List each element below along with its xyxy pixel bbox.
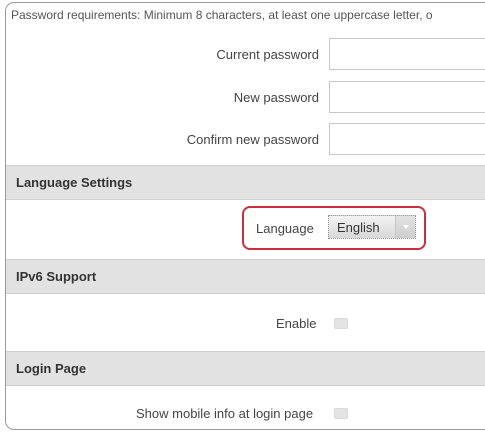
login-page-header: Login Page: [6, 351, 485, 386]
settings-panel: Password requirements: Minimum 8 charact…: [5, 2, 485, 430]
confirm-password-row: Confirm new password: [6, 123, 485, 157]
ipv6-enable-checkbox[interactable]: [334, 318, 348, 329]
password-requirements-text: Password requirements: Minimum 8 charact…: [11, 8, 433, 22]
login-page-title: Login Page: [16, 361, 87, 376]
language-label: Language: [256, 221, 314, 236]
confirm-password-label: Confirm new password: [186, 132, 319, 147]
confirm-password-input[interactable]: [329, 123, 485, 155]
current-password-input[interactable]: [329, 38, 485, 70]
ipv6-support-header: IPv6 Support: [6, 259, 485, 294]
new-password-row: New password: [6, 81, 485, 115]
language-select-value: English: [337, 220, 380, 235]
ipv6-support-title: IPv6 Support: [16, 269, 97, 284]
mobile-info-checkbox[interactable]: [334, 408, 348, 419]
ipv6-enable-label: Enable: [276, 316, 317, 331]
mobile-info-label: Show mobile info at login page: [136, 406, 314, 421]
language-settings-title: Language Settings: [16, 175, 133, 190]
language-settings-header: Language Settings: [6, 165, 485, 200]
new-password-label: New password: [233, 90, 319, 105]
current-password-row: Current password: [6, 38, 485, 72]
current-password-label: Current password: [216, 47, 319, 62]
chevron-down-icon[interactable]: [395, 216, 415, 238]
new-password-input[interactable]: [329, 81, 485, 113]
language-select[interactable]: English: [328, 215, 416, 239]
